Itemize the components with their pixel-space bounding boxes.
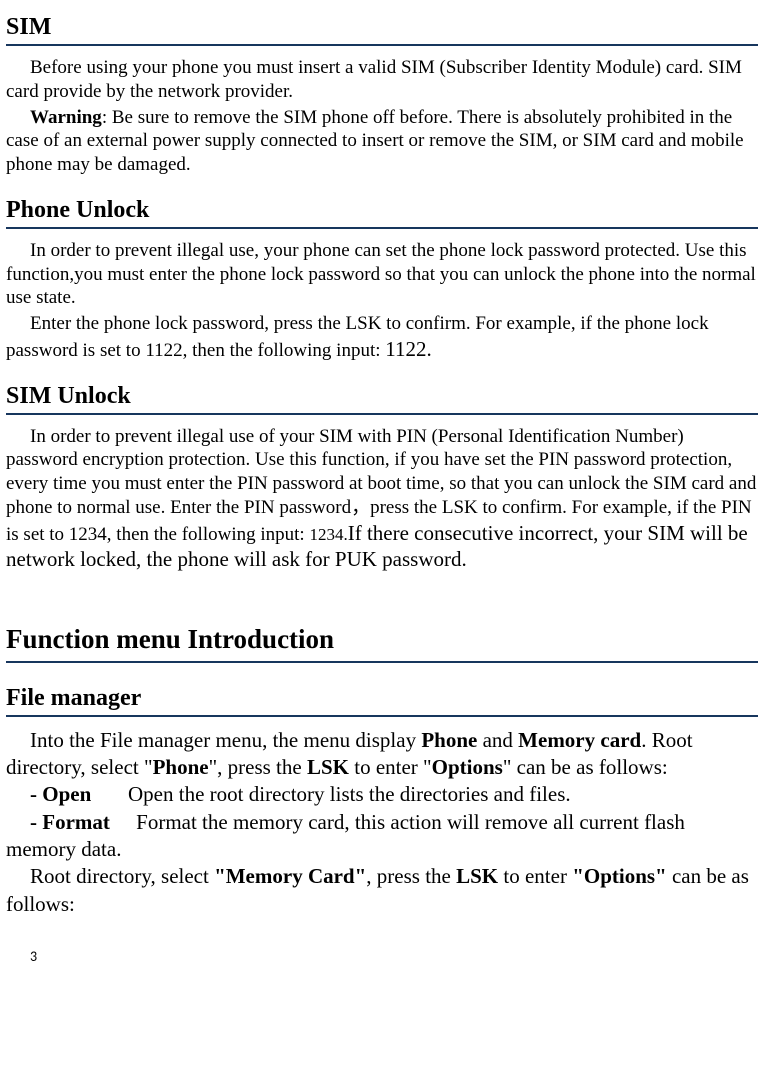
phone-unlock-p2a: Enter the phone lock password, press the… <box>6 313 709 361</box>
file-manager-intro: Into the File manager menu, the menu dis… <box>6 727 758 782</box>
fm-root2-c: to enter <box>498 864 572 888</box>
sim-unlock-code: 1234. <box>309 525 347 544</box>
fm-text-f: " can be as follows: <box>503 755 668 779</box>
phone-unlock-p1: In order to prevent illegal use, your ph… <box>6 239 758 310</box>
fm-options-q: "Options" <box>572 864 667 888</box>
phone-unlock-p2: Enter the phone lock password, press the… <box>6 312 758 363</box>
fm-text-d: ", press the <box>209 755 307 779</box>
fm-root2-b: , press the <box>366 864 456 888</box>
file-manager-root2: Root directory, select "Memory Card", pr… <box>6 863 758 918</box>
heading-file-manager: File manager <box>6 683 758 717</box>
heading-sim-unlock: SIM Unlock <box>6 381 758 415</box>
file-manager-open: - Open Open the root directory lists the… <box>6 781 758 808</box>
fm-open-label: - Open <box>30 782 91 806</box>
fm-open-desc: Open the root directory lists the direct… <box>91 782 570 806</box>
page-number: 3 <box>30 948 758 966</box>
phone-unlock-code: 1122. <box>385 337 431 361</box>
fm-format-label: - Format <box>30 810 110 834</box>
heading-function-menu: Function menu Introduction <box>6 623 758 663</box>
fm-text-e: to enter " <box>349 755 432 779</box>
fm-phone-bold: Phone <box>421 728 477 752</box>
fm-options-bold: Options <box>432 755 503 779</box>
sim-intro: Before using your phone you must insert … <box>6 56 758 104</box>
heading-sim: SIM <box>6 12 758 46</box>
fm-text-a: Into the File manager menu, the menu dis… <box>30 728 421 752</box>
fm-memcard-q: "Memory Card" <box>214 864 366 888</box>
file-manager-format: - Format Format the memory card, this ac… <box>6 809 758 864</box>
warning-label: Warning <box>30 107 102 128</box>
fm-root2-a: Root directory, select <box>30 864 214 888</box>
sim-warning: Warning: Be sure to remove the SIM phone… <box>6 106 758 177</box>
fm-lsk-bold2: LSK <box>456 864 498 888</box>
sim-unlock-p1: In order to prevent illegal use of your … <box>6 425 758 574</box>
fm-memcard-bold: Memory card <box>518 728 641 752</box>
fm-lsk-bold: LSK <box>307 755 349 779</box>
fm-text-b: and <box>477 728 518 752</box>
fm-phone-bold2: Phone <box>153 755 209 779</box>
heading-phone-unlock: Phone Unlock <box>6 195 758 229</box>
warning-text: : Be sure to remove the SIM phone off be… <box>6 107 744 176</box>
